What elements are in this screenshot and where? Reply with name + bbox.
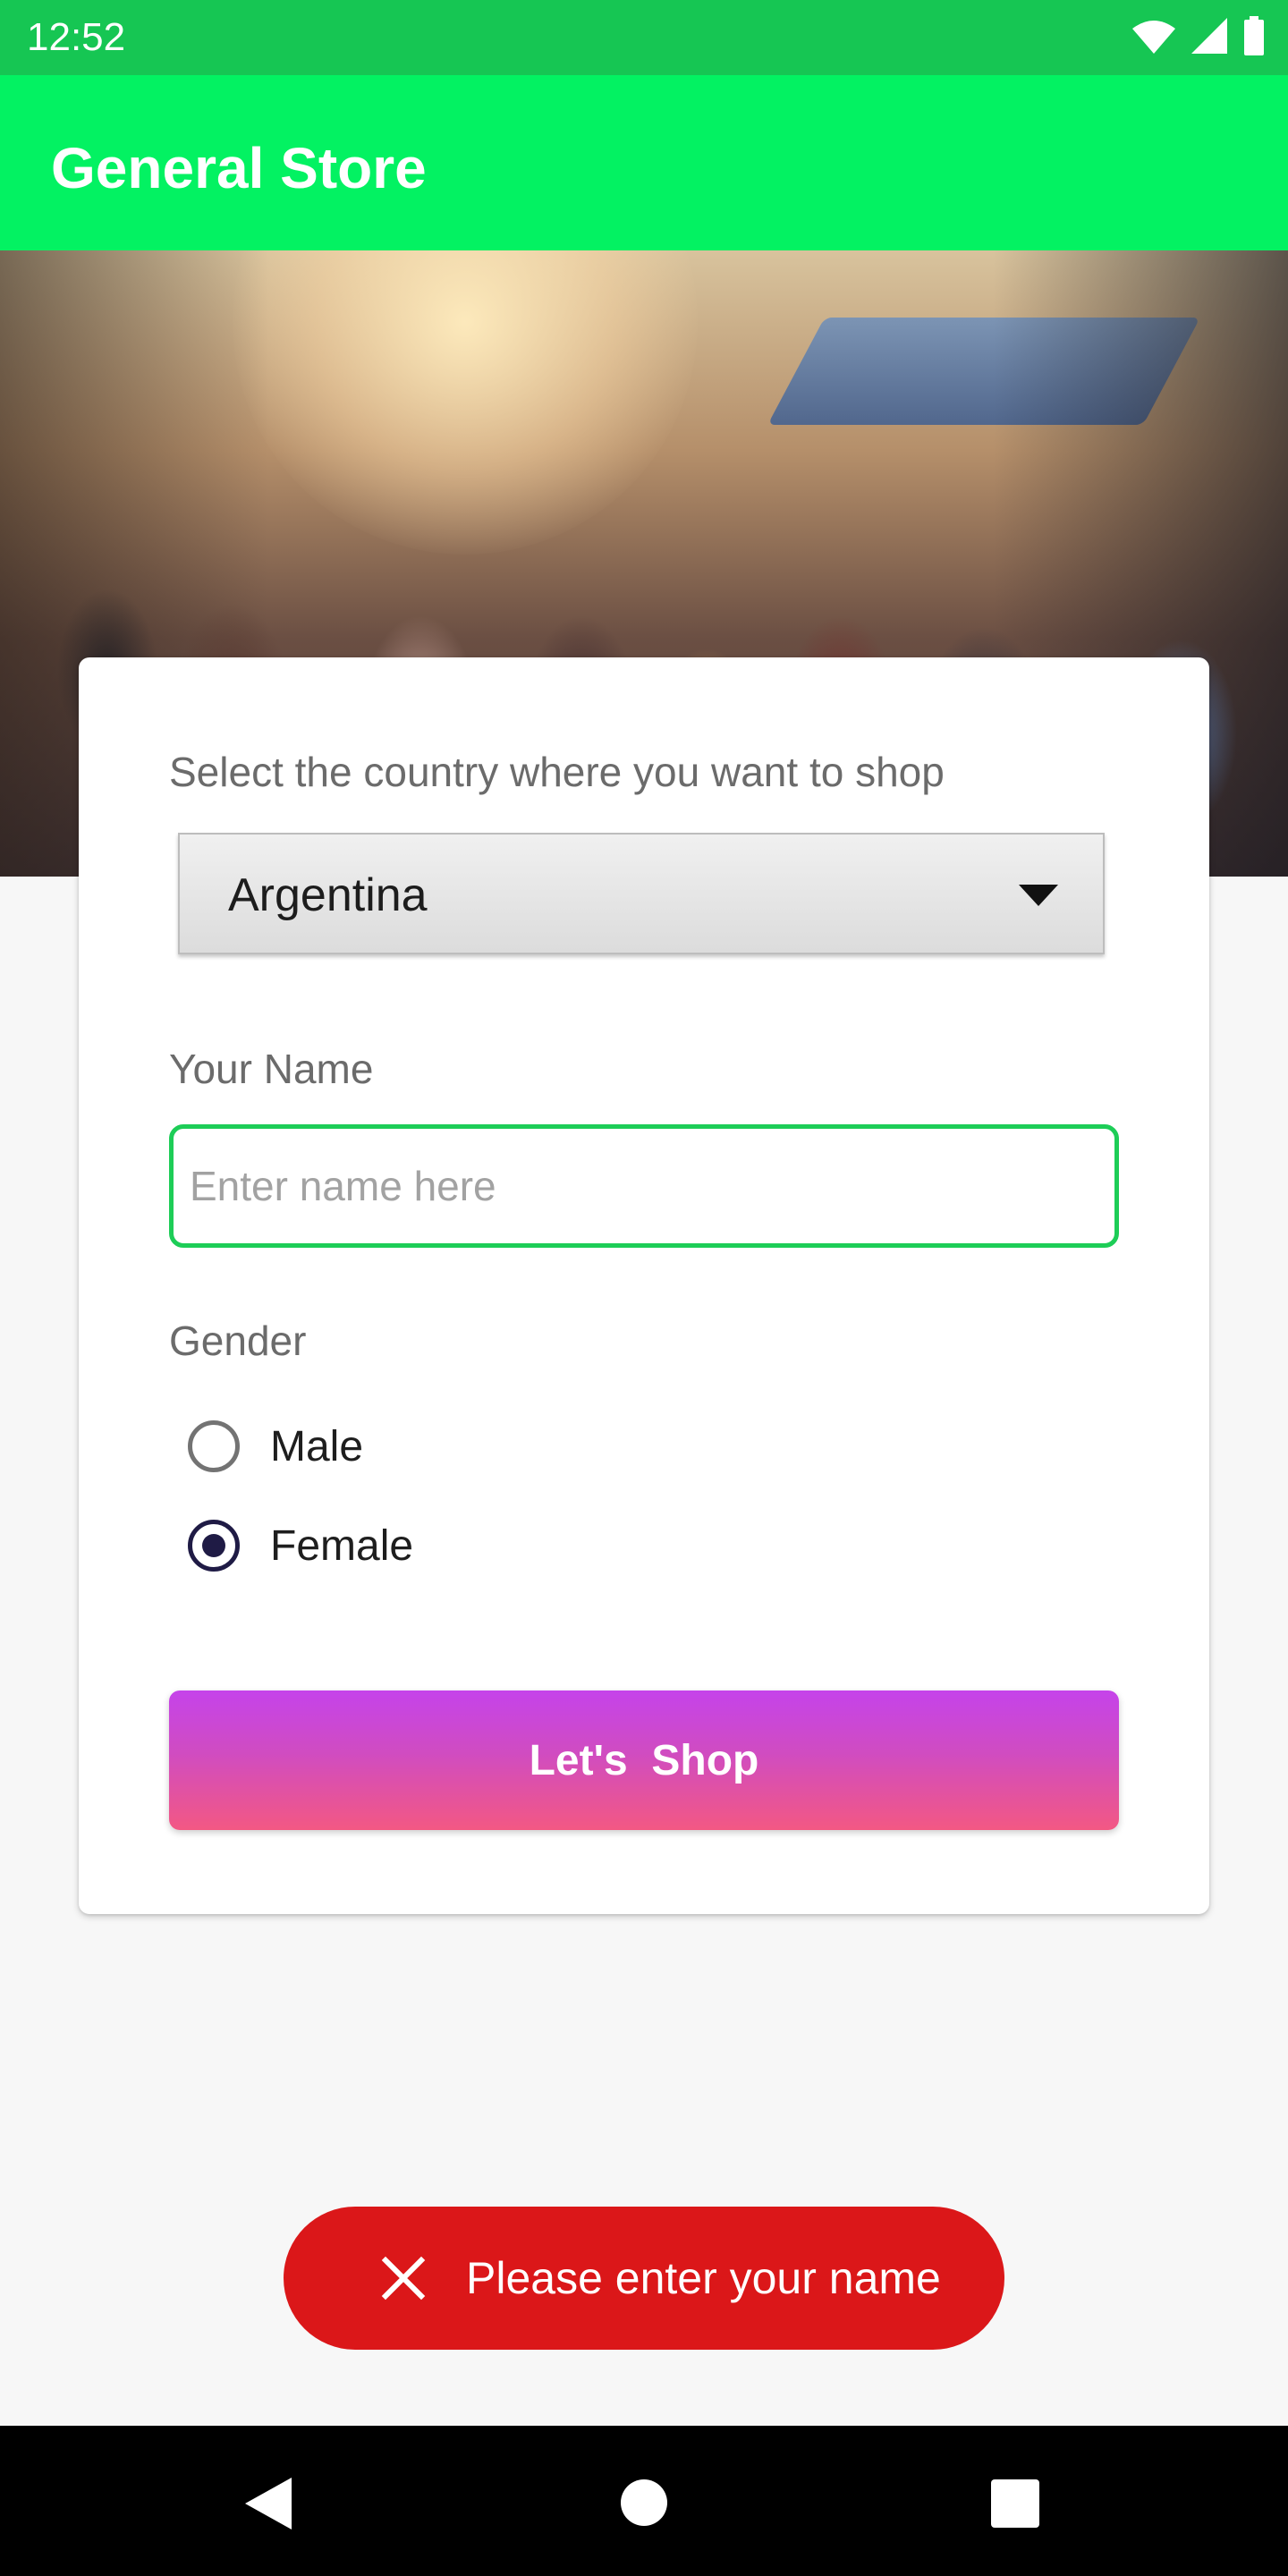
toast-message: Please enter your name <box>466 2253 941 2303</box>
status-time: 12:52 <box>27 15 126 59</box>
status-bar: 12:52 <box>0 0 1288 75</box>
wifi-icon <box>1132 21 1175 54</box>
home-icon[interactable] <box>621 2479 667 2526</box>
chevron-down-icon <box>1019 885 1058 906</box>
app-bar: General Store <box>0 75 1288 250</box>
gender-option-male[interactable]: Male <box>188 1411 363 1482</box>
back-icon[interactable] <box>245 2478 292 2529</box>
signal-icon <box>1191 18 1227 54</box>
name-input[interactable] <box>169 1124 1119 1248</box>
gender-option-female[interactable]: Female <box>188 1510 413 1581</box>
recents-icon[interactable] <box>991 2479 1039 2528</box>
battery-icon <box>1244 16 1264 55</box>
radio-male[interactable] <box>188 1420 240 1472</box>
country-dropdown[interactable]: Argentina <box>178 833 1105 954</box>
lets-shop-button[interactable]: Let's Shop <box>169 1690 1119 1830</box>
system-nav-bar <box>0 2426 1288 2576</box>
name-label: Your Name <box>169 1046 374 1092</box>
gender-option-female-label: Female <box>270 1521 414 1570</box>
gender-label: Gender <box>169 1318 307 1364</box>
country-label: Select the country where you want to sho… <box>169 749 945 795</box>
status-icons <box>1132 16 1265 55</box>
app-title: General Store <box>51 136 427 200</box>
radio-female-dot <box>202 1534 225 1557</box>
error-toast: Please enter your name <box>284 2207 1004 2350</box>
close-icon <box>381 2256 426 2301</box>
country-selected-value: Argentina <box>228 869 428 921</box>
gender-option-male-label: Male <box>270 1422 364 1470</box>
radio-female[interactable] <box>188 1520 240 1572</box>
shopping-form-card: Select the country where you want to sho… <box>79 657 1209 1914</box>
